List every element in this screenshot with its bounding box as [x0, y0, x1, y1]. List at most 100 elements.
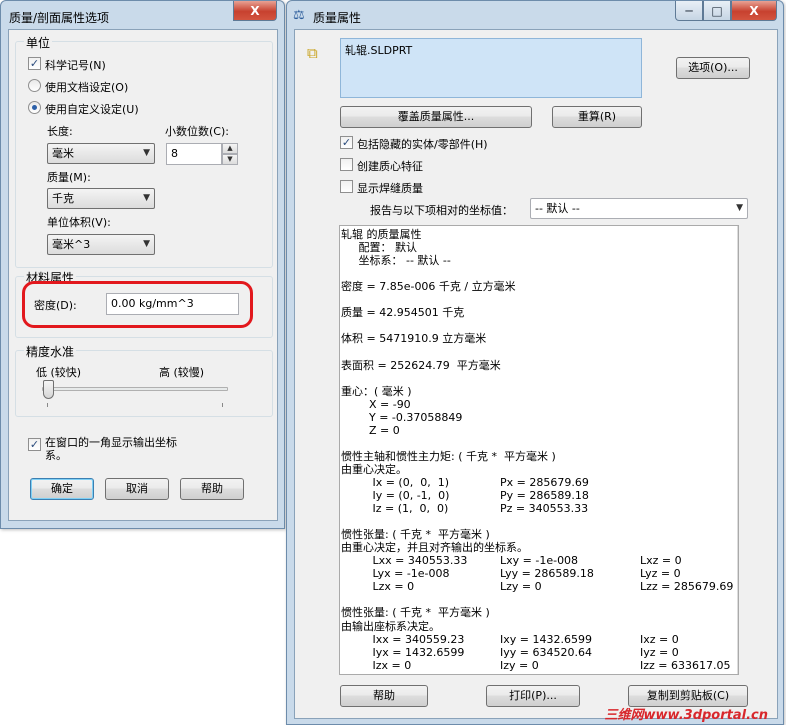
units-group-label: 单位 — [24, 34, 53, 51]
report-coords-label: 报告与以下项相对的坐标值： — [370, 204, 513, 217]
length-label: 长度: — [47, 125, 73, 138]
results-line: 配置： 默认 — [341, 241, 417, 255]
recalculate-button[interactable]: 重算(R) — [552, 106, 642, 128]
create-com-checkbox[interactable] — [340, 158, 353, 171]
length-unit-select[interactable]: 毫米 ▼ — [47, 143, 155, 164]
results-line: Iz = (1, 0, 0) — [341, 502, 449, 516]
watermark: 三维网www.3dportal.cn — [604, 708, 768, 723]
close-button[interactable]: X — [731, 1, 777, 21]
results-line: Izx = 0 — [341, 658, 412, 672]
scale-icon: ⚖ — [293, 8, 305, 23]
results-line: Z = 0 — [341, 423, 400, 437]
accuracy-slider-track[interactable] — [42, 387, 228, 391]
minimize-button[interactable]: ─ — [675, 1, 703, 21]
results-line: Lxx = 340553.33 — [341, 554, 468, 568]
results-scrollbar[interactable] — [737, 226, 738, 674]
results-line: Ix = (0, 0, 1) — [341, 475, 449, 489]
show-weld-mass-label: 显示焊缝质量 — [357, 182, 423, 195]
part-icon: ⧉ — [307, 44, 318, 62]
dialog-client: 单位 ✓ 科学记号(N) 使用文档设定(O) 使用自定义设定(U) 长度: 毫米… — [8, 29, 278, 521]
results-value: Ixy = 1432.6599 — [500, 632, 592, 646]
dialog-title: 质量/剖面属性选项 — [9, 11, 110, 25]
scientific-notation-checkbox[interactable]: ✓ — [28, 57, 41, 70]
results-line: Iy = (0, -1, 0) — [341, 489, 450, 502]
accuracy-slider-thumb[interactable] — [43, 380, 54, 399]
override-mass-properties-button[interactable]: 覆盖质量属性... — [340, 106, 532, 128]
help-button[interactable]: 帮助 — [180, 478, 244, 500]
results-line: 惯性张量: ( 千克 * 平方毫米 ) — [341, 528, 490, 542]
close-button[interactable]: X — [233, 1, 277, 21]
results-value: Izy = 0 — [500, 658, 539, 672]
volume-unit-value: 毫米^3 — [52, 238, 91, 251]
results-value: Lyz = 0 — [640, 567, 681, 581]
selected-items-list[interactable]: 轧辊.SLDPRT — [340, 38, 642, 98]
dialog-title: 质量属性 — [313, 11, 362, 25]
decimals-label: 小数位数(C): — [165, 125, 229, 138]
results-line: 由重心决定。 — [341, 462, 407, 476]
results-text-area[interactable]: 轧辊 的质量属性 配置： 默认 坐标系： -- 默认 -- 密度 = 7.85e-… — [339, 225, 739, 675]
decimals-spin-down[interactable]: ▼ — [222, 154, 238, 165]
mass-unit-select[interactable]: 千克 ▼ — [47, 188, 155, 209]
results-line: Ixx = 340559.23 — [341, 632, 465, 646]
use-custom-units-radio[interactable] — [28, 101, 41, 114]
results-line: Lyx = -1e-008 — [341, 567, 450, 581]
options-button[interactable]: 选项(O)... — [676, 57, 750, 79]
volume-unit-select[interactable]: 毫米^3 ▼ — [47, 234, 155, 255]
scientific-notation-label: 科学记号(N) — [45, 59, 106, 72]
slider-tick — [222, 403, 223, 407]
results-value: Lxz = 0 — [640, 554, 682, 568]
create-com-label: 创建质心特征 — [357, 160, 423, 173]
results-value: Lyy = 286589.18 — [500, 567, 594, 581]
results-value: Lzz = 285679.69 — [640, 580, 734, 594]
results-line: 轧辊 的质量属性 — [341, 228, 422, 241]
density-highlight — [22, 281, 253, 328]
results-line: 由重心决定，并且对齐输出的坐标系。 — [341, 541, 528, 555]
results-line: 由输出座标系决定。 — [341, 619, 440, 633]
chevron-down-icon: ▼ — [143, 239, 150, 249]
include-hidden-label: 包括隐藏的实体/零部件(H) — [357, 138, 488, 151]
selected-item[interactable]: 轧辊.SLDPRT — [345, 42, 412, 58]
show-output-coords-label-line2: 系。 — [45, 449, 67, 462]
results-line: Lzx = 0 — [341, 580, 415, 594]
section-properties-options-dialog: 质量/剖面属性选项 X 单位 ✓ 科学记号(N) 使用文档设定(O) 使用自定义… — [0, 0, 285, 529]
maximize-button[interactable]: □ — [703, 1, 731, 21]
chevron-down-icon: ▼ — [143, 193, 150, 203]
show-output-coords-checkbox[interactable]: ✓ — [28, 438, 41, 451]
use-document-units-radio[interactable] — [28, 79, 41, 92]
accuracy-high-label: 高 (较慢) — [159, 366, 205, 379]
results-line: Y = -0.37058849 — [341, 410, 463, 424]
results-line: Iyx = 1432.6599 — [341, 645, 465, 659]
volume-label: 单位体积(V): — [47, 216, 111, 229]
chevron-down-icon: ▼ — [143, 148, 150, 158]
results-value: Pz = 340553.33 — [500, 502, 589, 516]
report-coordinate-system-select[interactable]: -- 默认 -- ▼ — [530, 198, 748, 219]
mass-label: 质量(M): — [47, 171, 91, 184]
decimals-spin-up[interactable]: ▲ — [222, 143, 238, 154]
report-coordinate-system-value: -- 默认 -- — [535, 202, 580, 215]
accuracy-low-label: 低 (较快) — [36, 366, 82, 379]
results-line: 密度 = 7.85e-006 千克 / 立方毫米 — [341, 280, 516, 294]
results-line: 体积 = 5471910.9 立方毫米 — [341, 332, 487, 346]
results-value: Iyz = 0 — [640, 645, 679, 659]
use-document-units-label: 使用文档设定(O) — [45, 81, 129, 94]
results-value: Iyy = 634520.64 — [500, 645, 592, 659]
show-weld-mass-checkbox[interactable] — [340, 180, 353, 193]
cancel-button[interactable]: 取消 — [105, 478, 169, 500]
ok-button[interactable]: 确定 — [30, 478, 94, 500]
include-hidden-checkbox[interactable]: ✓ — [340, 136, 353, 149]
results-value: Lxy = -1e-008 — [500, 554, 579, 568]
results-line: 坐标系： -- 默认 -- — [341, 254, 451, 268]
results-value: Px = 285679.69 — [500, 475, 589, 489]
decimals-input[interactable]: 8 — [166, 143, 222, 165]
results-line: 质量 = 42.954501 千克 — [341, 306, 465, 320]
chevron-down-icon: ▼ — [736, 203, 743, 213]
results-line: 表面积 = 252624.79 平方毫米 — [341, 358, 501, 372]
results-value: Py = 286589.18 — [500, 489, 589, 502]
help-button[interactable]: 帮助 — [340, 685, 428, 707]
results-value: Izz = 633617.05 — [640, 658, 731, 672]
dialog-client: ⧉ 轧辊.SLDPRT 选项(O)... 覆盖质量属性... 重算(R) ✓ 包… — [294, 29, 778, 719]
results-line: 重心：( 毫米 ) — [341, 384, 412, 398]
print-button[interactable]: 打印(P)... — [486, 685, 580, 707]
use-custom-units-label: 使用自定义设定(U) — [45, 103, 139, 116]
results-line: X = -90 — [341, 397, 411, 411]
